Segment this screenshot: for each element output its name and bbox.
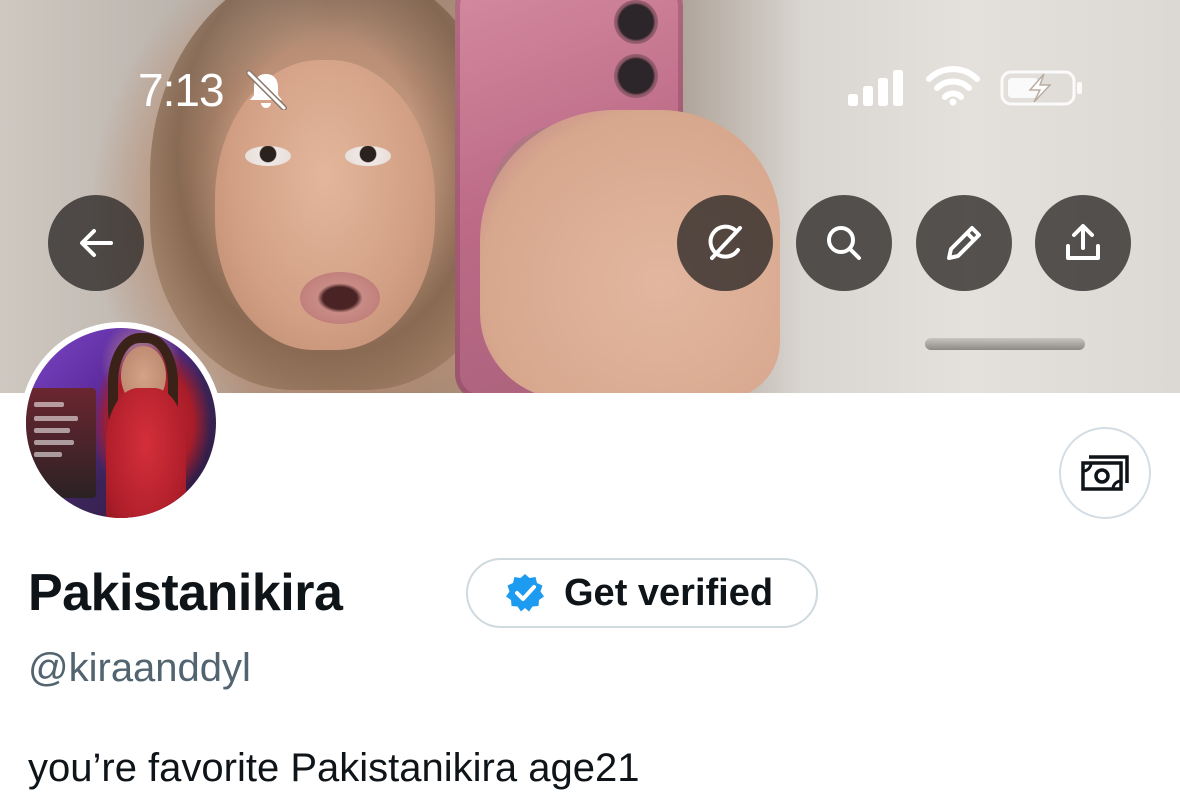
status-time: 7:13 — [138, 64, 225, 116]
pencil-icon — [947, 226, 981, 260]
user-handle: @kiraanddyl — [28, 646, 251, 690]
tip-button[interactable] — [1059, 427, 1151, 519]
avatar[interactable] — [20, 322, 222, 524]
profile-banner-image[interactable] — [0, 0, 1180, 393]
avatar-photo — [26, 328, 216, 518]
bell-slash-icon — [246, 70, 287, 110]
share-upload-icon — [1066, 224, 1100, 260]
get-verified-label: Get verified — [564, 571, 774, 614]
search-button[interactable] — [796, 195, 892, 291]
cellular-signal-icon — [848, 70, 903, 106]
display-name: Pakistanikira — [28, 564, 343, 622]
arrow-left-icon — [80, 229, 113, 257]
money-tip-icon — [1081, 455, 1129, 491]
get-verified-button[interactable]: Get verified — [466, 558, 818, 628]
profile-screen: 7:13 Pakistanikira Get verified @kiraand… — [0, 0, 1180, 808]
battery-charging-icon — [1000, 70, 1082, 106]
edit-button[interactable] — [916, 195, 1012, 291]
grok-button[interactable] — [677, 195, 773, 291]
grok-slash-circle-icon — [708, 224, 742, 260]
search-icon — [827, 226, 861, 260]
back-button[interactable] — [48, 195, 144, 291]
profile-bio: you’re favorite Pakistanikira age21 — [28, 746, 640, 790]
wifi-icon — [926, 66, 980, 106]
verified-badge-icon — [506, 574, 544, 612]
share-button[interactable] — [1035, 195, 1131, 291]
